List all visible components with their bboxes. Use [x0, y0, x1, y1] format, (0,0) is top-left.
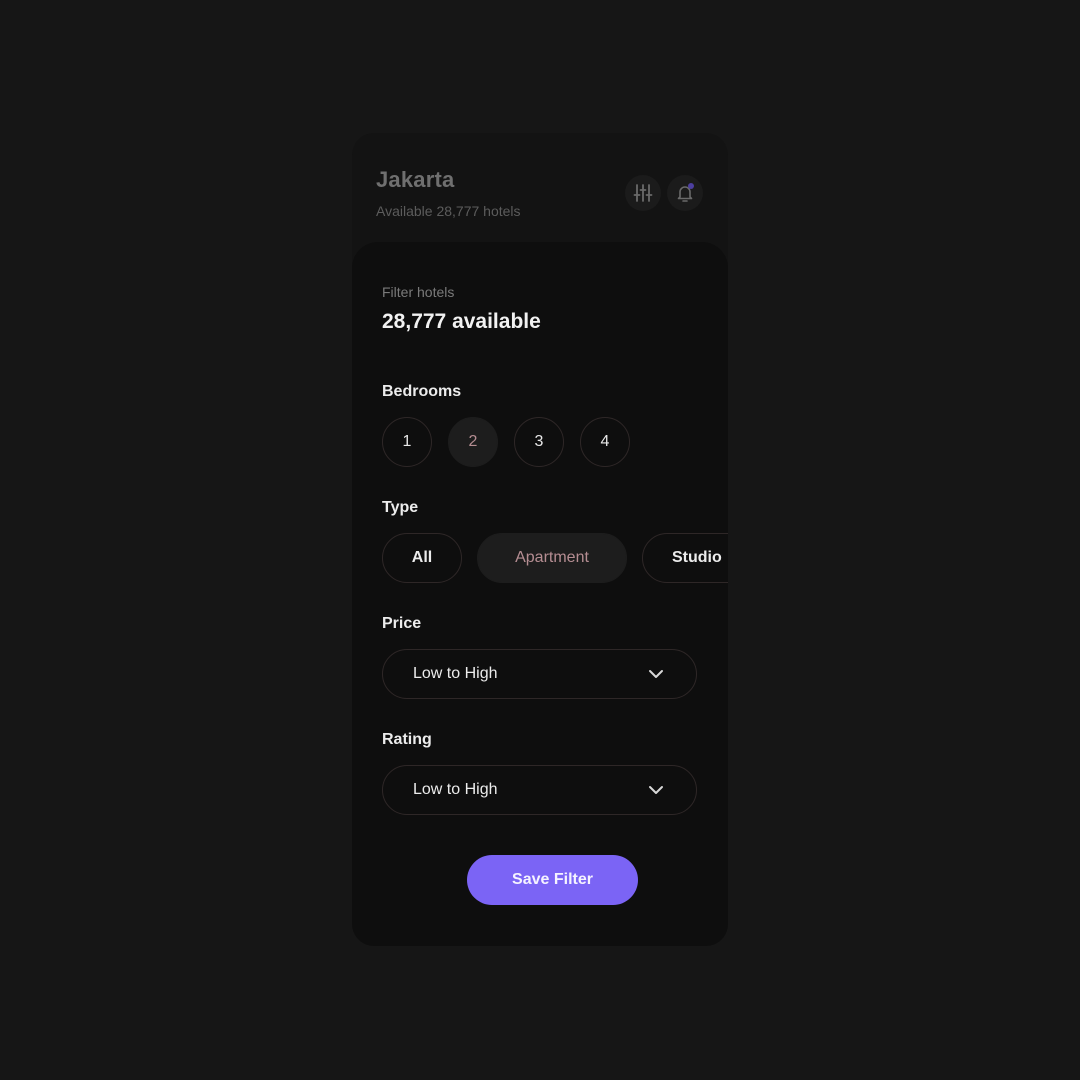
rating-sort-value: Low to High	[413, 781, 498, 798]
bedroom-option-2[interactable]: 2	[448, 417, 498, 467]
type-option-apartment[interactable]: Apartment	[477, 533, 627, 583]
notifications-button[interactable]	[667, 175, 703, 211]
available-count-title: 28,777 available	[382, 310, 541, 333]
filter-caption: Filter hotels	[382, 284, 455, 300]
filter-sheet: Filter hotels 28,777 available Bedrooms …	[352, 242, 728, 946]
header: Jakarta Available 28,777 hotels	[352, 133, 728, 243]
hotel-filter-screen: Jakarta Available 28,777 hotels Filter h…	[352, 133, 728, 946]
chevron-down-icon	[649, 786, 663, 794]
type-label: Type	[382, 499, 419, 516]
bedrooms-label: Bedrooms	[382, 383, 462, 400]
save-filter-button[interactable]: Save Filter	[467, 855, 638, 905]
chevron-down-icon	[649, 670, 663, 678]
bedroom-option-1[interactable]: 1	[382, 417, 432, 467]
rating-label: Rating	[382, 731, 432, 748]
bedroom-option-4[interactable]: 4	[580, 417, 630, 467]
price-sort-value: Low to High	[413, 665, 498, 682]
sliders-icon	[633, 184, 653, 202]
type-option-all[interactable]: All	[382, 533, 462, 583]
price-label: Price	[382, 615, 422, 632]
available-hotels-subtitle: Available 28,777 hotels	[376, 203, 521, 219]
notification-dot	[688, 183, 694, 189]
bedroom-option-3[interactable]: 3	[514, 417, 564, 467]
type-option-studio[interactable]: Studio	[642, 533, 728, 583]
rating-sort-dropdown[interactable]: Low to High	[382, 765, 697, 815]
price-sort-dropdown[interactable]: Low to High	[382, 649, 697, 699]
city-title: Jakarta	[376, 167, 455, 192]
filter-settings-button[interactable]	[625, 175, 661, 211]
